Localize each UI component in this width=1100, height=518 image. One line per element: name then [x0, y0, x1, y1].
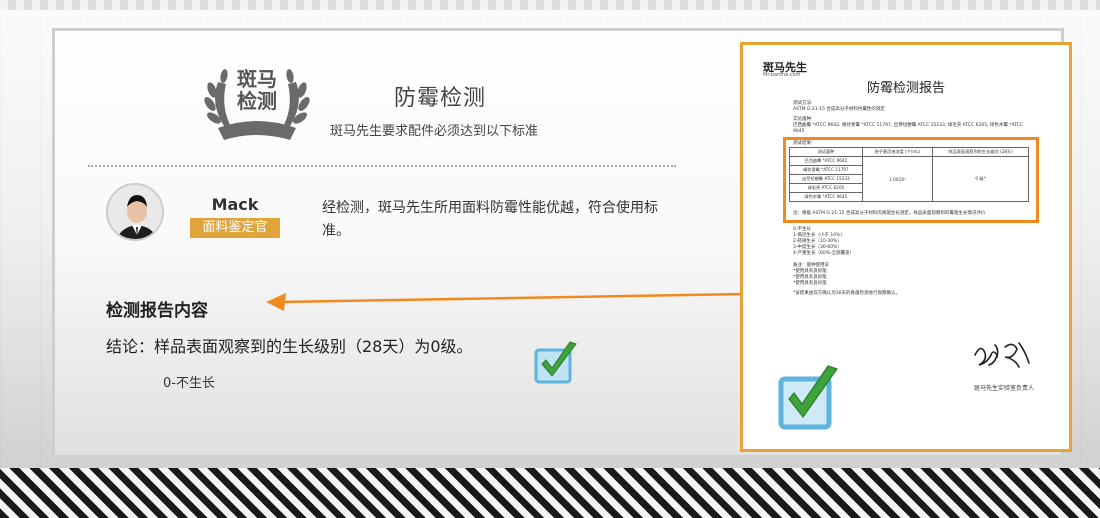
report-title: 防霉检测报告: [866, 81, 945, 96]
badge-text: 斑马 检测: [234, 68, 280, 112]
top-pattern: [0, 0, 1100, 10]
bottom-chevron-band: [0, 468, 1100, 518]
avatar: [106, 183, 164, 241]
report-section-heading: 检测报告内容: [106, 301, 208, 321]
report-remarks: 备注：菌种使用说 *使用具有良好能 *使用具有良好能 *使用具有良好能: [793, 263, 1033, 287]
divider: [88, 165, 676, 167]
level-item: 4-严重生长（60%-全部覆盖）: [793, 251, 855, 256]
signature-label: 斑马先生实验室负责人: [973, 385, 1034, 392]
inspector-name: Mack: [211, 195, 259, 214]
laurel-badge: 斑马 检测: [198, 62, 316, 148]
remark-item: *使用具有良好能: [793, 281, 827, 286]
report-document: 斑马先生 Mr-banma.com 防霉检测报告 测试方法: ASTM G 21…: [740, 42, 1072, 452]
report-strains: 实验菌种: 巴西曲霉 *ATCC 9642, 绳状青霉 *ATCC 11797,…: [793, 117, 1033, 135]
report-result-highlight: [783, 137, 1039, 223]
page-title: 防霉检测: [393, 86, 486, 111]
checkmark-icon: [778, 365, 838, 430]
inspector-quote: 经检测，斑马先生所用面料防霉性能优越，符合使用标准。: [322, 200, 658, 239]
report-levels: 0-不生长 1-痕迹生长（小于 10%） 2-轻微生长（10-30%） 3-中度…: [793, 227, 1033, 257]
checkmark-icon: [534, 341, 577, 384]
pointer-arrow: [266, 292, 747, 311]
page: 斑马 检测 防霉检测 斑马先生要求配件必须达到以下标准 Mack 面料鉴定官 经…: [0, 0, 1100, 518]
badge-line1: 斑马: [237, 67, 277, 91]
page-subtitle: 斑马先生要求配件必须达到以下标准: [330, 124, 539, 139]
report-conclusion: 结论：样品表面观察到的生长级别（28天）为0级。: [106, 337, 473, 356]
inspector-role-badge: 面料鉴定官: [190, 218, 280, 238]
report-method-text: ASTM G 21-15 合成高分子材料抗霉性的测定: [793, 107, 885, 112]
report-footnote: *该结果由双方确认为30天的真菌检测进行观察确认。: [793, 291, 900, 296]
report-strain-text: 巴西曲霉 *ATCC 9642, 绳状青霉 *ATCC 11797, 出芽短梗霉…: [793, 123, 1024, 134]
growth-level-note: 0-不生长: [163, 376, 215, 391]
badge-line2: 检测: [237, 89, 277, 113]
report-method: 测试方法: ASTM G 21-15 合成高分子材料抗霉性的测定: [793, 101, 1033, 113]
signature-mark: [974, 342, 1030, 368]
